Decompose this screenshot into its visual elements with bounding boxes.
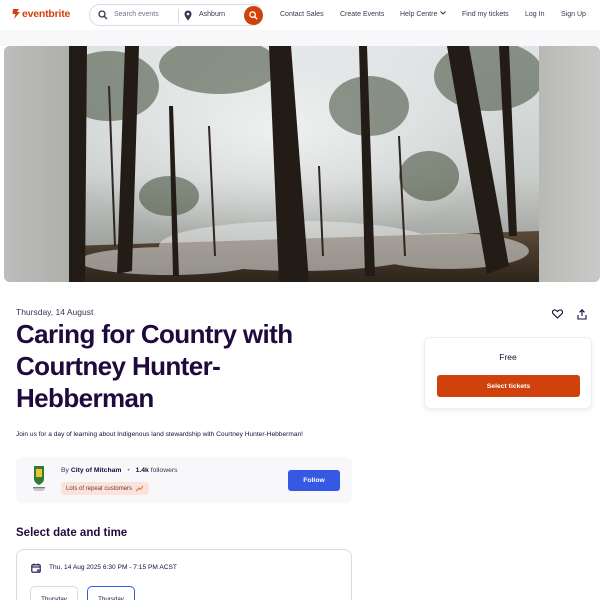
date-chip-selected[interactable]: Thursday <box>87 586 135 600</box>
organizer-name[interactable]: City of Mitcham <box>71 467 122 474</box>
eventbrite-logo-icon <box>12 9 20 19</box>
top-nav-bar: eventbrite Search events Ashburn Contact… <box>0 0 600 30</box>
location-input[interactable]: Ashburn <box>199 11 225 18</box>
event-hero-image <box>4 46 600 282</box>
select-date-heading: Select date and time <box>16 527 128 539</box>
search-icon <box>249 11 258 20</box>
nav-create-events[interactable]: Create Events <box>340 11 384 18</box>
sparkle-icon <box>135 485 144 492</box>
select-tickets-button[interactable]: Select tickets <box>437 375 580 397</box>
nav-contact-sales[interactable]: Contact Sales <box>280 11 324 18</box>
event-title: Caring for Country with Courtney Hunter-… <box>16 319 293 413</box>
forest-smoke-photo <box>69 46 539 282</box>
repeat-customers-badge: Lots of repeat customers <box>61 482 150 495</box>
nav-help-centre-label: Help Centre <box>400 11 438 18</box>
badge-label: Lots of repeat customers <box>66 485 133 492</box>
date-chip[interactable]: Thursday <box>30 586 78 600</box>
event-date: Thursday, 14 August <box>16 307 94 317</box>
search-submit-button[interactable] <box>244 6 263 25</box>
nav-log-in[interactable]: Log In <box>525 11 544 18</box>
eventbrite-logo[interactable]: eventbrite <box>11 8 70 20</box>
organizer-followers-label: followers <box>150 467 178 474</box>
location-pin-icon <box>184 10 192 21</box>
calendar-icon <box>31 563 41 573</box>
hero-backdrop <box>0 30 600 46</box>
organizer-card: By City of Mitcham • 1.4k followers Lots… <box>16 457 352 503</box>
search-divider <box>178 9 179 23</box>
organizer-logo[interactable] <box>32 465 46 492</box>
follow-button[interactable]: Follow <box>288 470 340 491</box>
nav-find-tickets[interactable]: Find my tickets <box>462 11 509 18</box>
organizer-line: By City of Mitcham • 1.4k followers <box>61 467 178 474</box>
search-bar[interactable]: Search events Ashburn <box>89 4 263 26</box>
organizer-by-label: By <box>61 467 69 474</box>
selected-date-time: Thu, 14 Aug 2025 6:30 PM - 7:15 PM ACST <box>49 564 177 571</box>
search-icon <box>98 10 108 20</box>
logo-text: eventbrite <box>22 8 71 20</box>
date-time-panel: Thu, 14 Aug 2025 6:30 PM - 7:15 PM ACST … <box>16 549 352 600</box>
hero-blur-right <box>538 46 600 282</box>
share-icon[interactable] <box>577 309 587 320</box>
nav-sign-up[interactable]: Sign Up <box>561 11 586 18</box>
separator-dot: • <box>127 467 130 474</box>
organizer-follower-count: 1.4k <box>135 467 149 474</box>
nav-help-centre[interactable]: Help Centre <box>400 11 447 18</box>
hero-blur-left <box>4 46 70 282</box>
chevron-down-icon <box>440 11 447 15</box>
heart-icon[interactable] <box>552 309 563 319</box>
search-input[interactable]: Search events <box>114 11 159 18</box>
ticket-panel: Free Select tickets <box>424 337 592 409</box>
event-summary: Join us for a day of learning about Indi… <box>16 431 303 438</box>
ticket-price: Free <box>499 352 517 362</box>
